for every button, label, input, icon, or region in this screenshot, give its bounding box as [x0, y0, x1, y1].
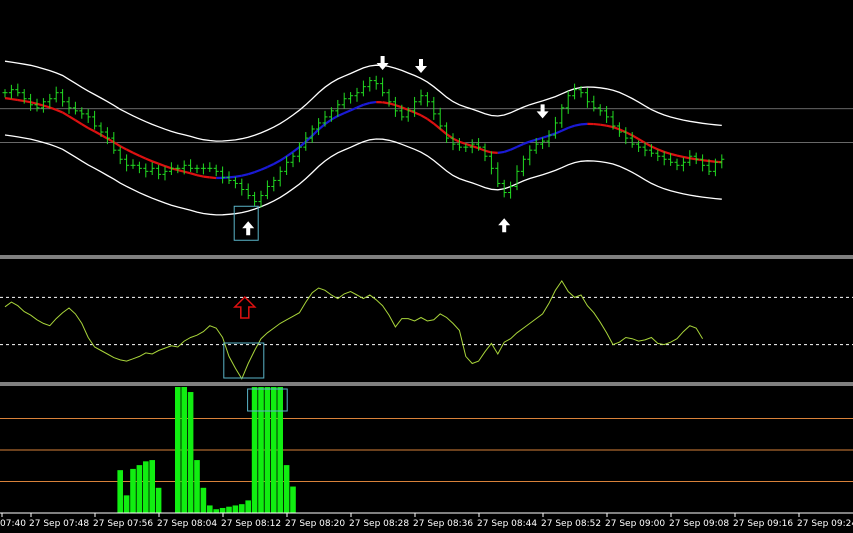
- time-tick-label: 27 Sep 08:44: [477, 519, 537, 529]
- time-tick-label: 07:40: [0, 519, 26, 529]
- histogram-bar: [264, 387, 271, 513]
- moving-average-segment: [209, 176, 217, 180]
- histogram-bar: [271, 387, 277, 513]
- histogram-bar: [226, 506, 232, 513]
- histogram-bar: [283, 465, 290, 513]
- histogram-bar: [187, 392, 194, 513]
- histogram-bar: [219, 507, 226, 513]
- chart-background: [0, 0, 853, 533]
- moving-average-segment: [593, 122, 601, 126]
- moving-average-segment: [676, 154, 684, 159]
- moving-average-segment: [241, 173, 249, 177]
- time-tick-label: 27 Sep 08:36: [413, 519, 473, 529]
- histogram-bar: [123, 495, 130, 513]
- moving-average-segment: [30, 101, 38, 105]
- time-tick-label: 27 Sep 09:16: [733, 519, 793, 529]
- moving-average-segment: [11, 97, 18, 102]
- time-tick-label: 27 Sep 08:04: [157, 519, 217, 529]
- moving-average-segment: [177, 169, 185, 173]
- time-tick-label: 27 Sep 08:52: [541, 519, 601, 529]
- histogram-bar: [143, 461, 149, 513]
- moving-average-segment: [708, 159, 716, 163]
- time-tick-label: 27 Sep 07:48: [29, 519, 89, 529]
- histogram-bar: [239, 504, 245, 513]
- time-tick-label: 27 Sep 08:20: [285, 519, 345, 529]
- histogram-bar: [149, 460, 155, 513]
- moving-average-segment: [689, 157, 697, 161]
- histogram-bar: [213, 509, 219, 513]
- histogram-bar: [277, 387, 283, 513]
- moving-average-segment: [196, 174, 204, 178]
- moving-average-segment: [702, 159, 710, 163]
- histogram-bar: [181, 387, 187, 513]
- time-tick-label: 27 Sep 07:56: [93, 519, 153, 529]
- histogram-bar: [155, 487, 162, 513]
- histogram-bar: [245, 500, 251, 513]
- histogram-bar: [130, 468, 136, 513]
- histogram-bar: [251, 387, 258, 513]
- moving-average-segment: [382, 101, 390, 105]
- histogram-bar: [175, 387, 181, 513]
- moving-average-segment: [17, 98, 25, 103]
- histogram-bar: [207, 505, 213, 513]
- time-tick-label: 27 Sep 08:28: [349, 519, 409, 529]
- moving-average-segment: [4, 97, 12, 101]
- histogram-bar: [258, 387, 264, 513]
- moving-average-segment: [235, 174, 242, 178]
- moving-average-segment: [574, 123, 582, 127]
- moving-average-segment: [606, 124, 614, 129]
- moving-average-segment: [497, 150, 505, 154]
- moving-average-segment: [683, 155, 691, 160]
- histogram-bar: [194, 460, 200, 513]
- histogram-bar: [290, 486, 296, 513]
- time-tick-label: 27 Sep 09:24: [797, 519, 853, 529]
- histogram-bar: [232, 505, 239, 513]
- moving-average-segment: [183, 170, 191, 175]
- trading-chart[interactable]: 07:40 27 Sep 07:48 27 Sep 07:56 27 Sep 08:0…: [0, 0, 853, 533]
- time-tick-label: 27 Sep 09:00: [605, 519, 665, 529]
- moving-average-segment: [600, 123, 607, 127]
- moving-average-segment: [369, 101, 377, 104]
- time-tick-label: 27 Sep 08:12: [221, 519, 281, 529]
- moving-average-segment: [228, 175, 236, 179]
- moving-average-segment: [203, 175, 210, 179]
- moving-average-segment: [24, 99, 31, 104]
- histogram-bar: [117, 470, 123, 513]
- histogram-bar: [200, 487, 207, 513]
- histogram-bar: [136, 465, 143, 513]
- time-tick-label: 27 Sep 09:08: [669, 519, 729, 529]
